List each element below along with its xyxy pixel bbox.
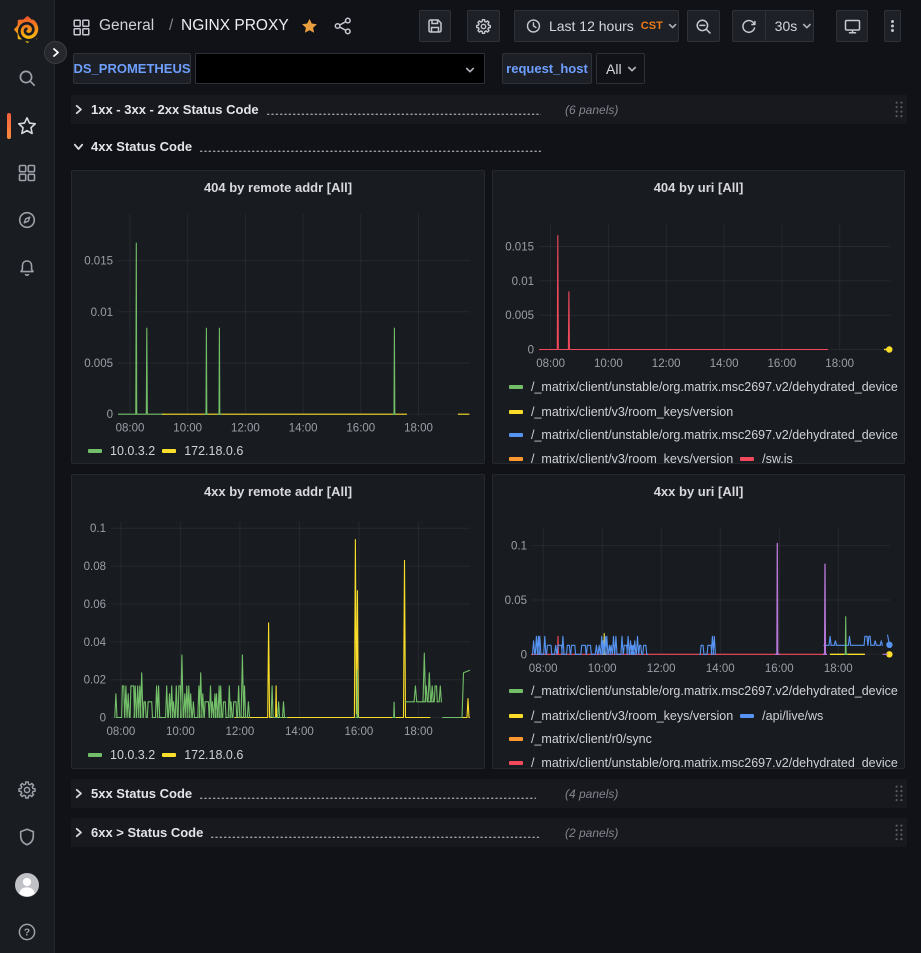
svg-text:0.1: 0.1 <box>511 541 527 553</box>
svg-text:16:00: 16:00 <box>768 358 797 370</box>
svg-text:16:00: 16:00 <box>346 423 375 435</box>
svg-text:?: ? <box>24 927 30 939</box>
svg-text:0: 0 <box>521 649 527 661</box>
svg-text:12:00: 12:00 <box>652 358 681 370</box>
svg-text:0.005: 0.005 <box>84 358 113 370</box>
svg-text:0.005: 0.005 <box>505 310 534 322</box>
svg-text:0: 0 <box>100 713 106 725</box>
svg-text:10:00: 10:00 <box>166 726 195 738</box>
svg-text:08:00: 08:00 <box>529 663 558 675</box>
svg-text:10:00: 10:00 <box>588 663 617 675</box>
svg-text:14:00: 14:00 <box>710 358 739 370</box>
svg-text:18:00: 18:00 <box>825 358 854 370</box>
svg-text:18:00: 18:00 <box>824 663 853 675</box>
svg-text:10:00: 10:00 <box>173 423 202 435</box>
svg-text:08:00: 08:00 <box>107 726 136 738</box>
svg-text:08:00: 08:00 <box>116 423 145 435</box>
svg-text:0.015: 0.015 <box>84 256 113 268</box>
svg-text:16:00: 16:00 <box>765 663 794 675</box>
svg-text:0: 0 <box>528 345 534 357</box>
svg-text:0.01: 0.01 <box>512 276 534 288</box>
svg-text:18:00: 18:00 <box>404 423 433 435</box>
svg-text:0.08: 0.08 <box>84 561 106 573</box>
svg-text:0.06: 0.06 <box>84 599 106 611</box>
svg-text:0.1: 0.1 <box>90 523 106 535</box>
svg-text:18:00: 18:00 <box>404 726 433 738</box>
svg-text:12:00: 12:00 <box>647 663 676 675</box>
svg-text:10:00: 10:00 <box>594 358 623 370</box>
svg-text:14:00: 14:00 <box>706 663 735 675</box>
svg-text:08:00: 08:00 <box>536 358 565 370</box>
svg-text:14:00: 14:00 <box>285 726 314 738</box>
svg-text:0.05: 0.05 <box>505 595 527 607</box>
svg-text:0.04: 0.04 <box>84 637 107 649</box>
svg-text:16:00: 16:00 <box>345 726 374 738</box>
svg-text:0.015: 0.015 <box>505 242 534 254</box>
svg-text:0: 0 <box>107 409 113 421</box>
svg-text:12:00: 12:00 <box>231 423 260 435</box>
svg-text:0.01: 0.01 <box>91 307 113 319</box>
svg-text:12:00: 12:00 <box>226 726 255 738</box>
svg-text:14:00: 14:00 <box>289 423 318 435</box>
svg-text:0.02: 0.02 <box>84 675 106 687</box>
